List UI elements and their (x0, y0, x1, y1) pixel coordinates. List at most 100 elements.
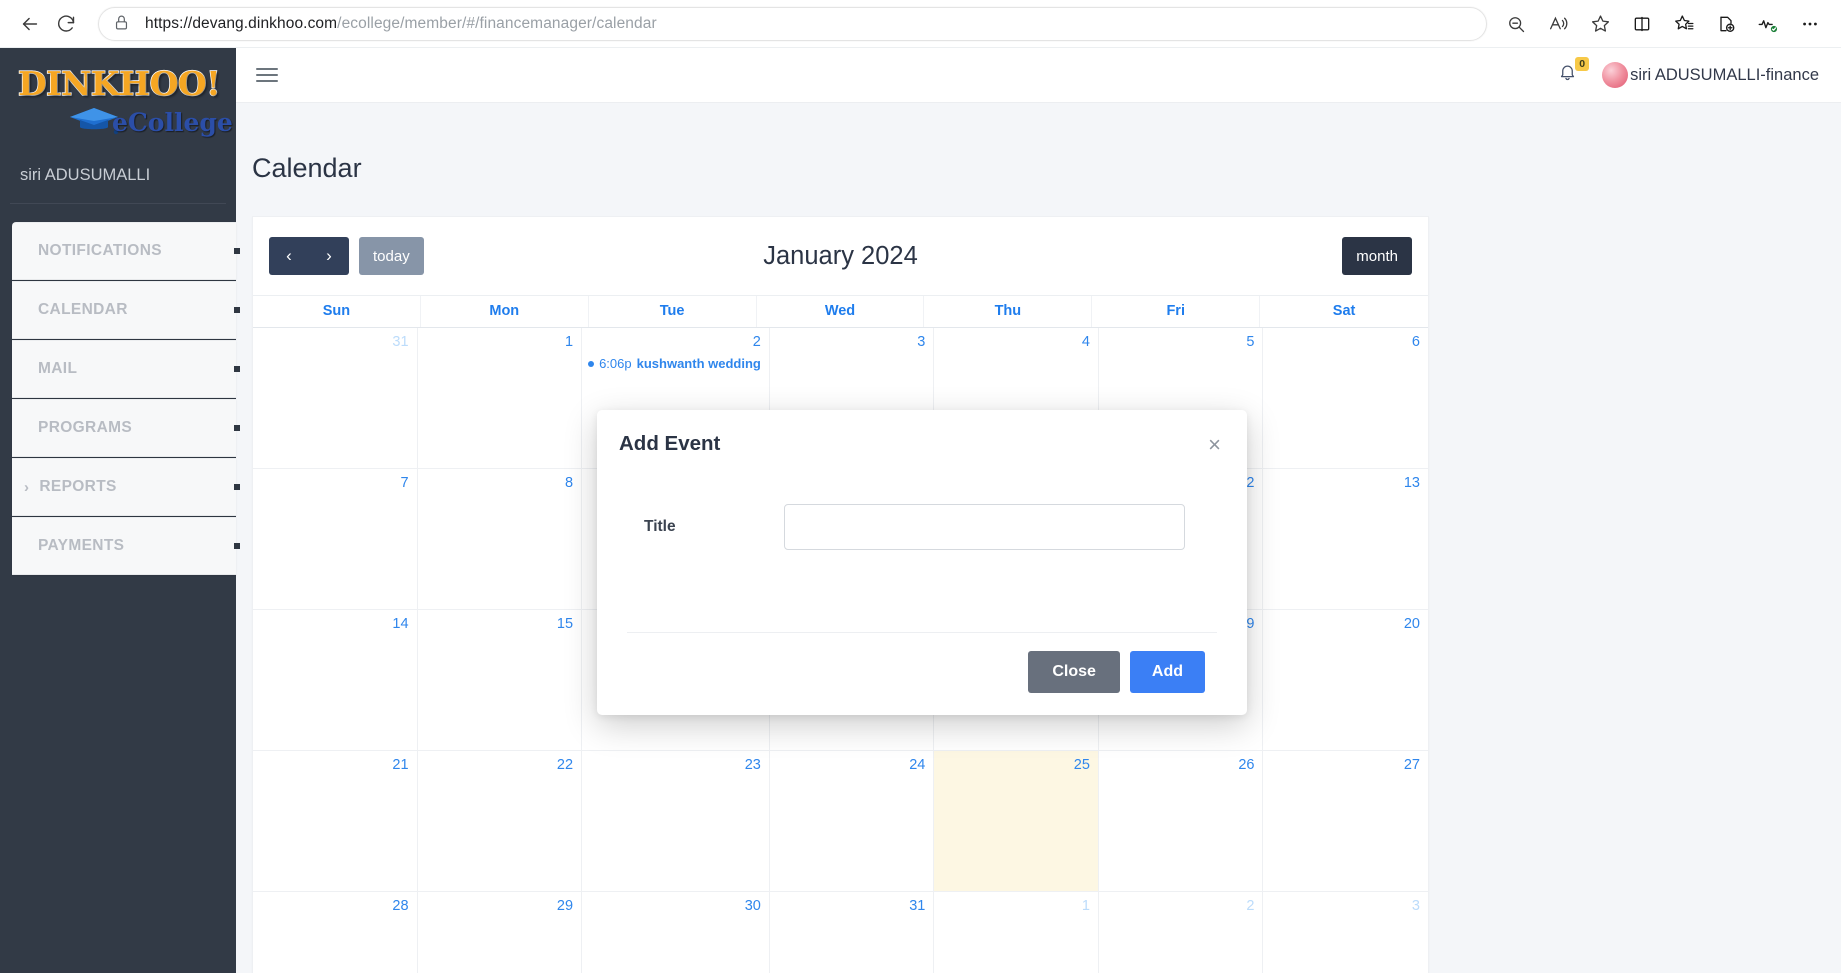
day-number: 3 (1411, 898, 1420, 914)
menu-marker (234, 425, 240, 431)
notifications-bell[interactable]: 0 (1554, 57, 1590, 88)
close-button[interactable]: Close (1028, 651, 1120, 693)
event-time: 6:06p (599, 356, 632, 371)
address-bar[interactable]: https://devang.dinkhoo.com/ecollege/memb… (98, 6, 1487, 41)
browser-essentials-icon[interactable] (1749, 5, 1787, 43)
calendar-day-cell[interactable]: 24 (769, 751, 935, 892)
weekday-sun: Sun (253, 296, 421, 327)
avatar (1602, 62, 1629, 88)
modal-header: Add Event × (597, 410, 1247, 458)
notification-count-badge: 0 (1575, 57, 1590, 72)
sidebar-item-payments[interactable]: PAYMENTS (12, 517, 240, 575)
browser-tool-icons (1497, 5, 1829, 43)
favorites-icon[interactable] (1665, 5, 1703, 43)
calendar-day-cell[interactable]: 26 (1098, 751, 1264, 892)
calendar-day-cell[interactable]: 13 (1263, 469, 1428, 610)
calendar-day-cell[interactable]: 27 (1263, 751, 1428, 892)
sidebar-menu: NOTIFICATIONS CALENDAR MAIL PROGRAMS › R… (0, 204, 240, 575)
url-host: https://devang.dinkhoo.com (145, 14, 338, 32)
day-number: 2 (1246, 898, 1255, 914)
day-number: 2 (752, 334, 761, 350)
day-number: 26 (1238, 757, 1255, 773)
footer-divider (627, 632, 1217, 633)
calendar-day-cell[interactable]: 3 (1263, 892, 1428, 973)
back-arrow-icon[interactable] (12, 6, 48, 42)
event-title: kushwanth wedding (636, 356, 761, 371)
calendar-event[interactable]: 6:06p kushwanth wedding (588, 356, 761, 371)
user-name-label: siri ADUSUMALLI-finance (1630, 65, 1819, 84)
menu-marker (234, 366, 240, 372)
calendar-title: January 2024 (763, 241, 918, 270)
calendar-day-cell[interactable]: 30 (582, 892, 770, 973)
day-number: 4 (1081, 334, 1090, 350)
calendar-day-cell[interactable]: 1 (417, 328, 583, 469)
sidebar-item-programs[interactable]: PROGRAMS (12, 399, 240, 457)
calendar-day-cell[interactable]: 28 (253, 892, 418, 973)
calendar-day-cell[interactable]: 31 (253, 328, 418, 469)
settings-more-icon[interactable] (1791, 5, 1829, 43)
day-number: 25 (1073, 757, 1090, 773)
weekday-sat: Sat (1332, 303, 1356, 319)
add-event-modal: Add Event × Title Close Add (597, 410, 1247, 715)
calendar-day-cell[interactable]: 23 (582, 751, 770, 892)
calendar-day-cell[interactable]: 31 (769, 892, 935, 973)
favorite-star-icon[interactable] (1581, 5, 1619, 43)
menu-marker (234, 248, 240, 254)
user-account-chip[interactable]: siri ADUSUMALLI-finance (1602, 62, 1819, 88)
collections-icon[interactable] (1707, 5, 1745, 43)
zoom-out-icon[interactable] (1497, 5, 1535, 43)
calendar-day-cell[interactable]: 29 (417, 892, 583, 973)
calendar-day-cell[interactable]: 1 (934, 892, 1099, 973)
reload-icon[interactable] (48, 6, 84, 42)
add-button[interactable]: Add (1129, 651, 1205, 693)
hamburger-menu-icon[interactable] (252, 60, 282, 90)
day-number: 3 (917, 334, 926, 350)
brand-logo[interactable]: DINKHOO! eCollege (0, 48, 236, 154)
calendar-day-cell[interactable]: 14 (253, 610, 418, 751)
logo-ecollege-text: eCollege (112, 108, 233, 137)
weekday-fri: Fri (1092, 296, 1261, 327)
prev-month-button[interactable]: ‹ (269, 237, 309, 275)
sidebar-item-label: NOTIFICATIONS (38, 242, 162, 259)
title-form-row: Title (627, 504, 1217, 550)
calendar-day-cell[interactable]: 22 (417, 751, 583, 892)
next-month-button[interactable]: › (309, 237, 349, 275)
day-number: 15 (556, 616, 574, 632)
address-bar-url: https://devang.dinkhoo.com/ecollege/memb… (145, 15, 657, 33)
day-number: 1 (564, 334, 574, 350)
calendar-day-cell[interactable]: 2 (1098, 892, 1264, 973)
sidebar-item-reports[interactable]: › REPORTS (12, 458, 240, 516)
calendar-day-cell[interactable]: 21 (253, 751, 418, 892)
top-navbar: 0 siri ADUSUMALLI-finance (236, 48, 1841, 103)
read-aloud-icon[interactable] (1539, 5, 1577, 43)
url-path: /ecollege/member/#/financemanager/calend… (337, 14, 657, 32)
split-screen-icon[interactable] (1623, 5, 1661, 43)
day-number: 31 (392, 334, 409, 350)
calendar-day-cell[interactable]: 20 (1263, 610, 1428, 751)
calendar-nav-group: ‹ › (269, 237, 349, 275)
browser-toolbar: https://devang.dinkhoo.com/ecollege/memb… (0, 0, 1841, 48)
sidebar-item-calendar[interactable]: CALENDAR (12, 281, 240, 339)
sidebar-item-label: REPORTS (39, 478, 117, 495)
sidebar-item-mail[interactable]: MAIL (12, 340, 240, 398)
today-button[interactable]: today (359, 237, 424, 275)
sidebar-item-label: MAIL (38, 360, 78, 377)
close-icon[interactable]: × (1204, 432, 1225, 458)
calendar-day-cell[interactable]: 6 (1263, 328, 1428, 469)
calendar-day-cell[interactable]: 8 (417, 469, 583, 610)
title-field-label: Title (644, 518, 676, 535)
day-number: 29 (556, 898, 574, 914)
sidebar-item-notifications[interactable]: NOTIFICATIONS (12, 222, 240, 280)
weekday-tue: Tue (589, 296, 757, 327)
event-title-input[interactable] (784, 504, 1185, 550)
calendar-day-cell[interactable]: 15 (417, 610, 583, 751)
modal-body: Title (597, 458, 1247, 550)
day-number: 13 (1403, 475, 1420, 491)
month-view-button[interactable]: month (1342, 237, 1412, 275)
calendar-day-cell[interactable]: 25 (934, 751, 1099, 892)
day-number: 31 (909, 898, 926, 914)
bell-icon (1558, 63, 1577, 87)
app-viewport: DINKHOO! eCollege siri ADUSUMALLI NOTIFI… (0, 48, 1841, 973)
page-title: Calendar (252, 153, 362, 183)
calendar-day-cell[interactable]: 7 (253, 469, 418, 610)
